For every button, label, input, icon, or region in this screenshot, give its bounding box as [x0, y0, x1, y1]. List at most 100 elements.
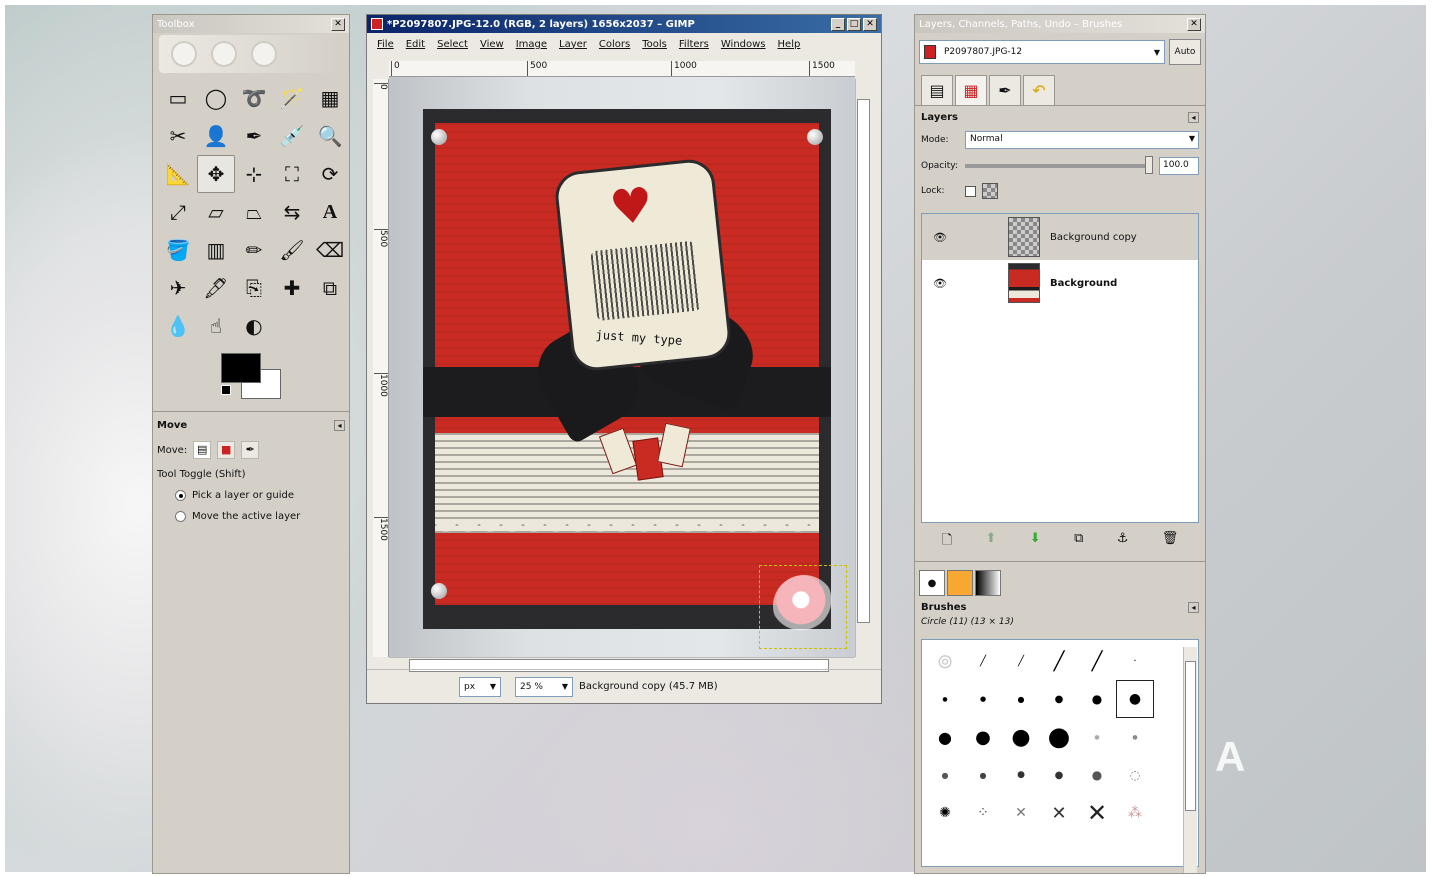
menu-help[interactable]: Help: [778, 39, 801, 50]
align-tool-icon[interactable]: ⊹: [235, 155, 273, 193]
pencil-tool-icon[interactable]: ✏: [235, 231, 273, 269]
brush-swatch[interactable]: ╱: [964, 642, 1002, 680]
layer-name[interactable]: Background: [1050, 278, 1117, 289]
chevron-down-icon[interactable]: ▼: [562, 682, 568, 691]
radio-on-icon[interactable]: [175, 490, 186, 501]
minimize-icon[interactable]: _: [831, 17, 845, 31]
scissors-select-tool-icon[interactable]: ✂: [159, 117, 197, 155]
chevron-down-icon[interactable]: ▼: [490, 682, 496, 691]
tab-undo-icon[interactable]: ↶: [1023, 75, 1055, 105]
menu-select[interactable]: Select: [437, 39, 468, 50]
brush-swatch[interactable]: ●: [926, 680, 964, 718]
brush-swatch[interactable]: ●: [964, 756, 1002, 794]
measure-tool-icon[interactable]: 📐: [159, 155, 197, 193]
chevron-down-icon[interactable]: ▼: [1189, 134, 1195, 143]
panel-menu-icon[interactable]: ◂: [334, 420, 345, 431]
airbrush-tool-icon[interactable]: ✈: [159, 269, 197, 307]
foreground-color-swatch[interactable]: [221, 353, 261, 383]
brush-swatch[interactable]: ·: [1116, 642, 1154, 680]
delete-layer-icon[interactable]: 🗑: [1162, 531, 1179, 553]
brush-swatch[interactable]: ●: [1040, 756, 1078, 794]
brush-swatch[interactable]: ✕: [1002, 794, 1040, 832]
default-colors-icon[interactable]: [221, 385, 231, 395]
brush-swatch[interactable]: ╱: [1002, 642, 1040, 680]
rotate-tool-icon[interactable]: ⟳: [311, 155, 349, 193]
move-layer-mode-icon[interactable]: ▤: [193, 441, 212, 459]
brush-swatch[interactable]: ●: [1078, 680, 1116, 718]
clone-tool-icon[interactable]: ⎘: [235, 269, 273, 307]
close-icon[interactable]: ✕: [1187, 17, 1201, 31]
close-icon[interactable]: ✕: [863, 17, 877, 31]
lock-pixels-checkbox[interactable]: [965, 185, 976, 197]
layer-row[interactable]: 👁 Background: [922, 260, 1198, 306]
image-canvas[interactable]: ♥ just my type: [389, 77, 855, 657]
opacity-slider[interactable]: [965, 156, 1153, 174]
radio-pick-layer[interactable]: Pick a layer or guide: [175, 490, 345, 501]
fuzzy-select-tool-icon[interactable]: 🪄: [273, 79, 311, 117]
layer-boundary[interactable]: [759, 565, 847, 649]
brush-swatch[interactable]: ╱: [1078, 642, 1116, 680]
menu-filters[interactable]: Filters: [679, 39, 709, 50]
radio-off-icon[interactable]: [175, 511, 186, 522]
ellipse-select-tool-icon[interactable]: ◯: [197, 79, 235, 117]
brush-swatch[interactable]: ●: [1078, 718, 1116, 756]
brush-swatch[interactable]: ✺: [926, 794, 964, 832]
move-path-mode-icon[interactable]: ✒: [241, 441, 260, 459]
dock-titlebar[interactable]: Layers, Channels, Paths, Undo – Brushes …: [915, 15, 1205, 33]
layer-row[interactable]: 👁 Background copy: [922, 214, 1198, 260]
image-select[interactable]: P2097807.JPG-12 ▼: [919, 40, 1165, 64]
brush-swatch[interactable]: ●: [1002, 718, 1040, 756]
menu-view[interactable]: View: [480, 39, 504, 50]
lock-alpha-icon[interactable]: [982, 183, 998, 199]
raise-layer-icon[interactable]: ⬆: [986, 531, 997, 553]
menu-windows[interactable]: Windows: [721, 39, 766, 50]
menu-image[interactable]: Image: [516, 39, 547, 50]
brush-swatch[interactable]: ●: [964, 718, 1002, 756]
free-select-tool-icon[interactable]: ➰: [235, 79, 273, 117]
brush-swatch[interactable]: ●: [1040, 718, 1078, 756]
chevron-down-icon[interactable]: ▼: [1154, 48, 1160, 57]
menu-file[interactable]: File: [377, 39, 394, 50]
ink-tool-icon[interactable]: 🖋: [197, 269, 235, 307]
flip-tool-icon[interactable]: ⇆: [273, 193, 311, 231]
brush-swatch[interactable]: ✕: [1078, 794, 1116, 832]
radio-move-active[interactable]: Move the active layer: [175, 511, 345, 522]
new-layer-icon[interactable]: 🗋: [942, 531, 952, 553]
blend-tool-icon[interactable]: ▥: [197, 231, 235, 269]
tab-paper-icon[interactable]: ▤: [921, 75, 953, 105]
brush-swatch[interactable]: ◌: [1116, 756, 1154, 794]
vertical-scrollbar[interactable]: [855, 79, 871, 657]
tab-gradients-icon[interactable]: [975, 570, 1001, 596]
toolbox-titlebar[interactable]: Toolbox ✕: [153, 15, 349, 33]
brush-swatch[interactable]: ●: [1040, 680, 1078, 718]
crop-tool-icon[interactable]: ⛶: [273, 155, 311, 193]
brush-swatch[interactable]: ⁘: [964, 794, 1002, 832]
dodge-burn-tool-icon[interactable]: ◐: [235, 307, 273, 345]
zoom-select[interactable]: 25 % ▼: [515, 676, 573, 697]
eye-icon[interactable]: 👁: [932, 231, 948, 244]
menu-edit[interactable]: Edit: [406, 39, 425, 50]
brush-swatch[interactable]: ●: [1002, 680, 1040, 718]
duplicate-layer-icon[interactable]: ⧉: [1074, 531, 1083, 553]
heal-tool-icon[interactable]: ✚: [273, 269, 311, 307]
tab-patterns-icon[interactable]: [947, 570, 973, 596]
foreground-select-tool-icon[interactable]: 👤: [197, 117, 235, 155]
scroll-thumb[interactable]: [1185, 661, 1196, 811]
brush-swatch[interactable]: ⊚: [926, 642, 964, 680]
bucket-fill-tool-icon[interactable]: 🪣: [159, 231, 197, 269]
tab-paths-icon[interactable]: ✒: [989, 75, 1021, 105]
slider-knob[interactable]: [1145, 156, 1153, 174]
panel-menu-icon[interactable]: ◂: [1188, 112, 1199, 123]
tab-brushes-icon[interactable]: ●: [919, 570, 945, 596]
blur-tool-icon[interactable]: 💧: [159, 307, 197, 345]
move-selection-mode-icon[interactable]: ■: [217, 441, 236, 459]
menu-tools[interactable]: Tools: [642, 39, 667, 50]
text-tool-icon[interactable]: A: [311, 193, 349, 231]
panel-menu-icon[interactable]: ◂: [1188, 602, 1199, 613]
brush-scrollbar[interactable]: [1183, 647, 1197, 873]
scroll-thumb[interactable]: [857, 99, 870, 623]
smudge-tool-icon[interactable]: ☝: [197, 307, 235, 345]
perspective-clone-tool-icon[interactable]: ⧉: [311, 269, 349, 307]
select-by-color-tool-icon[interactable]: ▦: [311, 79, 349, 117]
eraser-tool-icon[interactable]: ⌫: [311, 231, 349, 269]
